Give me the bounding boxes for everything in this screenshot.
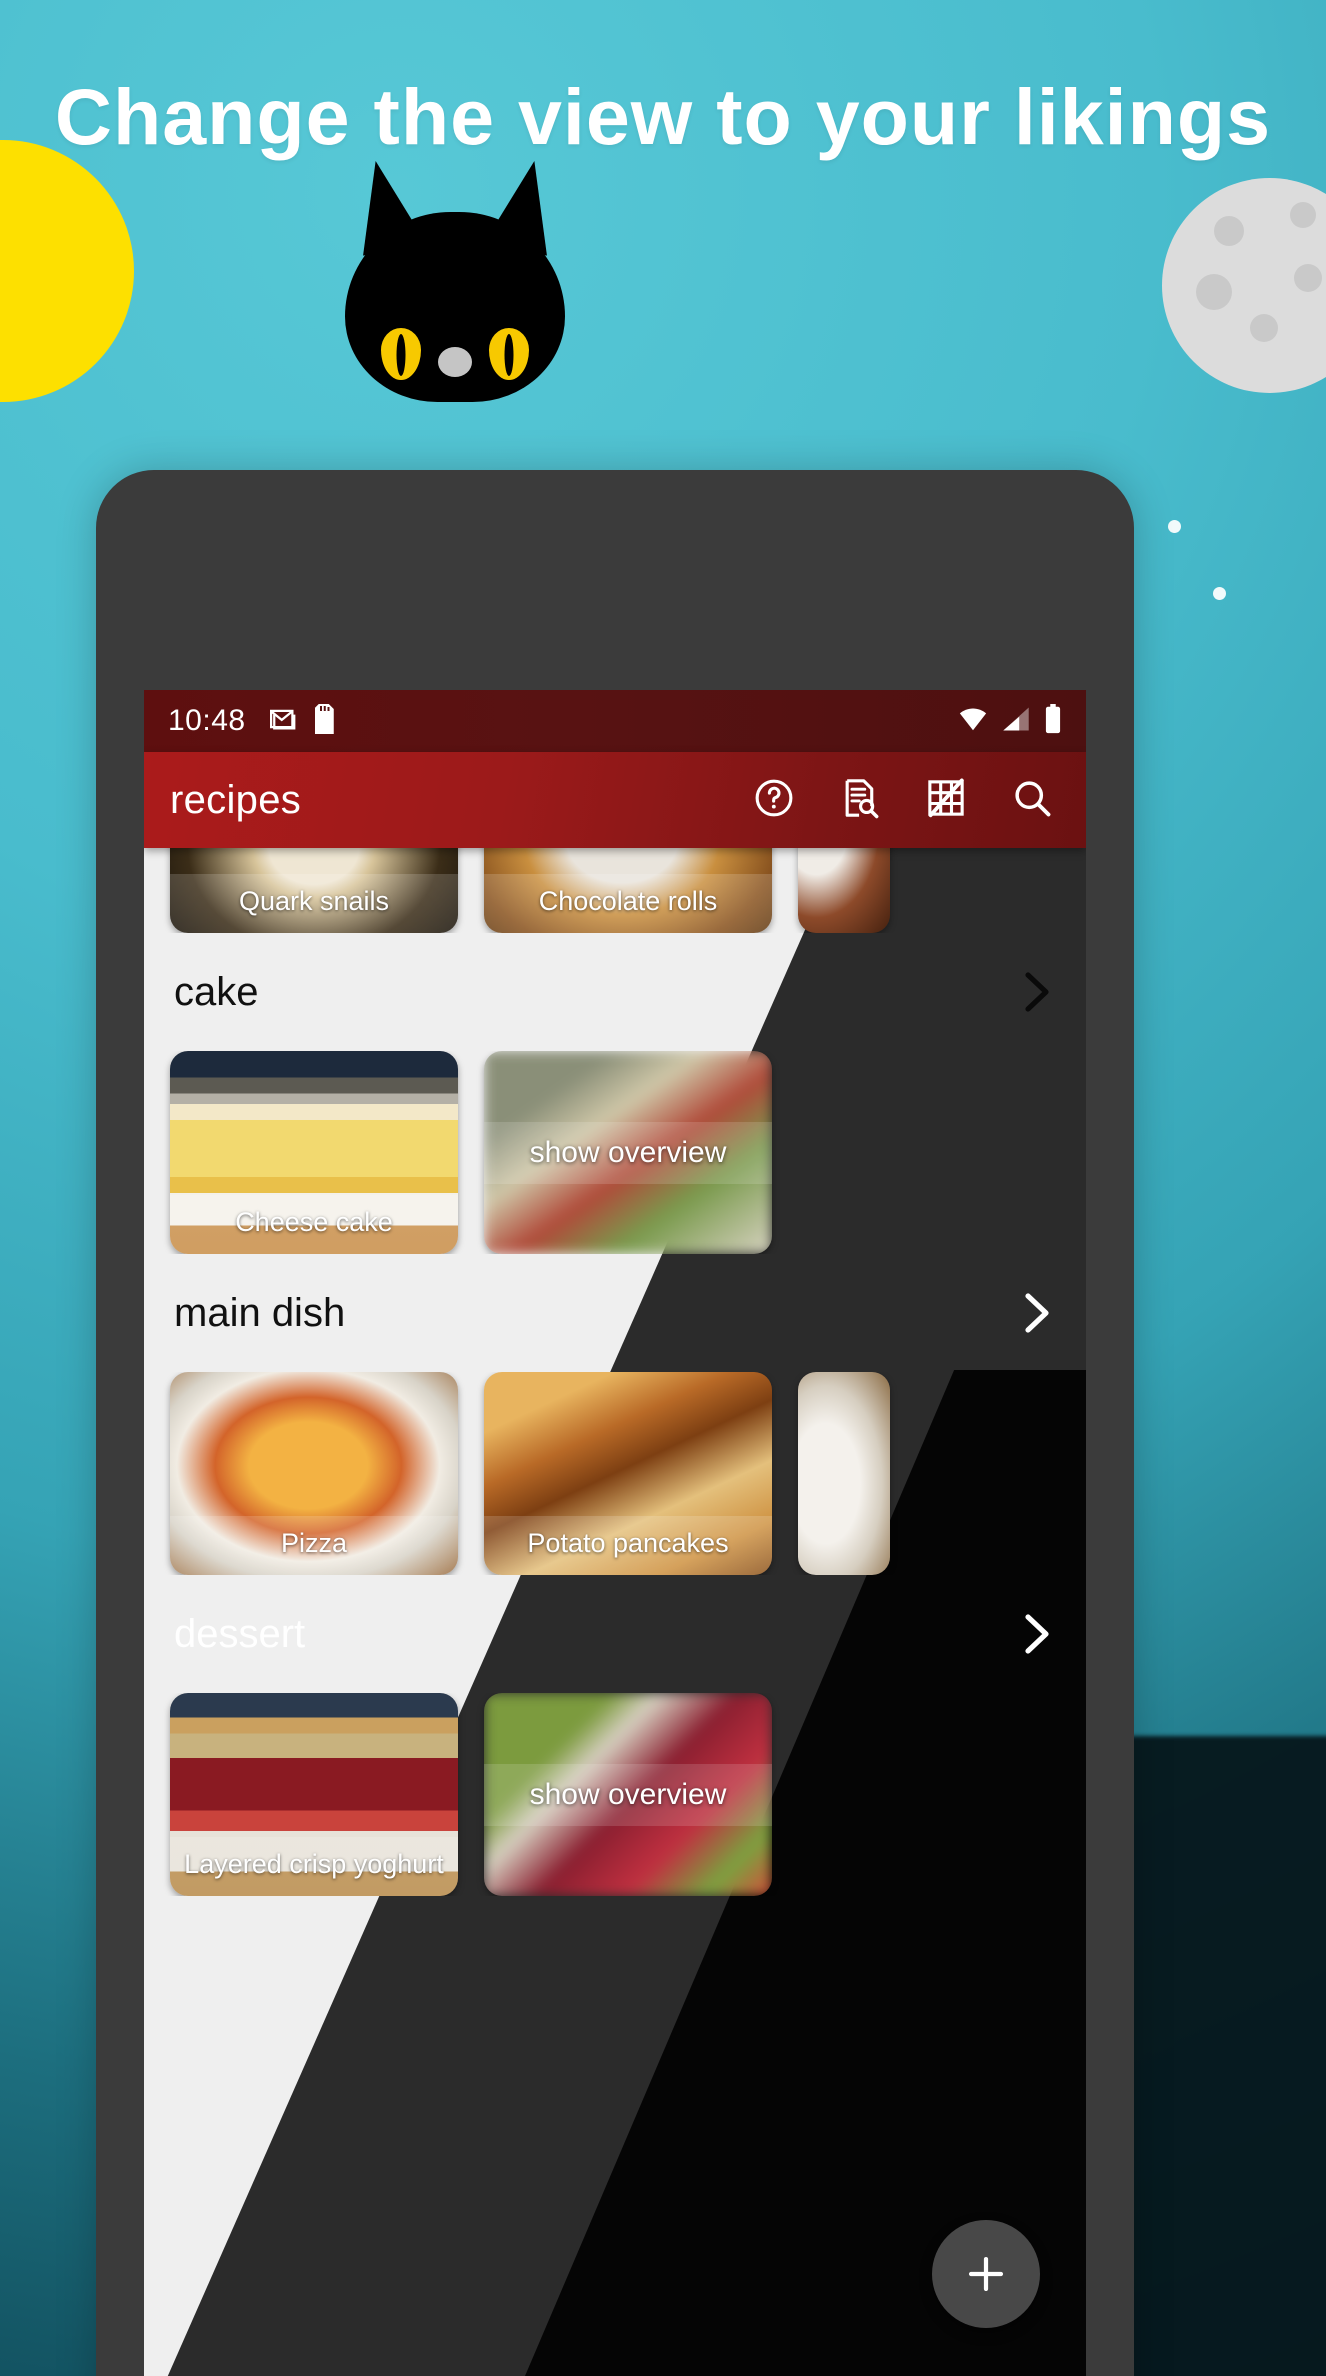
promo-headline: Change the view to your likings [54,72,1272,161]
cat-mascot [344,154,566,402]
sdcard-icon [312,703,338,739]
recipe-card[interactable]: Quark snails [170,848,458,933]
row-main-dish[interactable]: Pizza Potato pancakes [144,1372,1086,1575]
status-bar: 10:48 [144,690,1086,752]
moon-crater [1250,314,1278,342]
show-overview-label: show overview [484,1121,772,1184]
section-title: main dish [174,1290,346,1335]
recipe-card-label: Quark snails [170,874,458,933]
recipe-card[interactable]: Layered crisp yoghurt [170,1693,458,1896]
recipe-card[interactable]: Cheese cake [170,1051,458,1254]
status-bar-time: 10:48 [168,704,246,737]
row-top-partial[interactable]: Quark snails Chocolate rolls [144,848,1086,933]
section-title: cake [174,969,259,1014]
chevron-right-icon[interactable] [1016,968,1056,1016]
recipe-card[interactable]: Potato pancakes [484,1372,772,1575]
cat-pupil [396,334,406,376]
recipe-card-label: Cheese cake [170,1195,458,1254]
recipe-card[interactable]: Pizza [170,1372,458,1575]
row-dessert[interactable]: Layered crisp yoghurt show overview [144,1693,1086,1896]
document-search-icon[interactable] [838,776,882,825]
recipe-photo [798,1372,890,1575]
moon-crater [1290,202,1316,228]
moon-crater [1214,216,1244,246]
app-bar: recipes [144,752,1086,848]
show-overview-card[interactable]: show overview [484,1051,772,1254]
app-title: recipes [170,777,302,822]
star-decoration [1168,520,1181,533]
plus-icon [968,2256,1004,2292]
cat-eye-right [489,328,529,380]
star-decoration [1213,587,1226,600]
recipe-list-content[interactable]: Quark snails Chocolate rolls cake Cheese… [144,848,1086,2376]
add-recipe-fab[interactable] [932,2220,1040,2328]
recipe-card[interactable] [798,1372,890,1575]
recipe-card-label: Potato pancakes [484,1516,772,1575]
battery-icon [1044,703,1062,739]
section-header-cake[interactable]: cake [144,933,1086,1051]
cat-eye-left [381,328,421,380]
recipe-scroll-area[interactable]: Quark snails Chocolate rolls cake Cheese… [144,848,1086,1896]
section-header-dessert[interactable]: dessert [144,1575,1086,1693]
cat-pupil [504,334,514,376]
moon-crater [1294,264,1322,292]
show-overview-card[interactable]: show overview [484,1693,772,1896]
show-overview-label: show overview [484,1763,772,1826]
sun-decoration [0,140,134,402]
recipe-card-label: Chocolate rolls [484,874,772,933]
promo-screenshot: Change the view to your likings 10:48 re… [0,0,1326,2376]
row-cake[interactable]: Cheese cake show overview [144,1051,1086,1254]
recipe-card-label: Layered crisp yoghurt [170,1837,458,1896]
grid-off-icon[interactable] [924,776,968,825]
chevron-right-icon[interactable] [1016,1610,1056,1658]
gmail-icon [268,704,298,739]
recipe-photo [798,848,890,933]
phone-screen: 10:48 recipes Quark snails Chocolate rol… [144,690,1086,2376]
recipe-card[interactable]: Chocolate rolls [484,848,772,933]
cell-signal-icon [1002,706,1030,737]
recipe-card-label: Pizza [170,1516,458,1575]
chevron-right-icon[interactable] [1016,1289,1056,1337]
recipe-card[interactable] [798,848,890,933]
cat-nose [438,347,472,377]
moon-crater [1196,274,1232,310]
moon-decoration [1162,178,1326,393]
help-icon[interactable] [752,776,796,825]
section-header-main-dish[interactable]: main dish [144,1254,1086,1372]
wifi-icon [958,706,988,737]
search-icon[interactable] [1010,776,1054,825]
phone-mockup: 10:48 recipes Quark snails Chocolate rol… [96,470,1134,2376]
section-title: dessert [174,1611,306,1656]
